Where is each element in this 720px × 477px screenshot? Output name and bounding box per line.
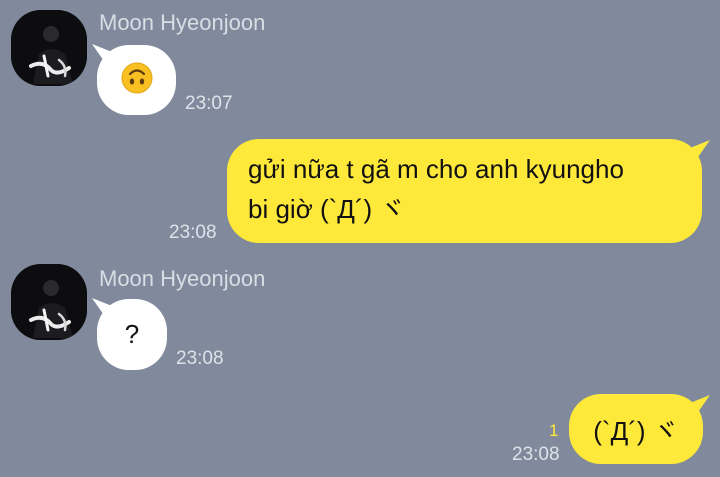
message-bubble-incoming[interactable] — [97, 45, 176, 115]
message-text: ? — [124, 319, 140, 349]
message-time: 23:07 — [185, 93, 233, 114]
bubble-tail — [690, 395, 710, 415]
message-bubble-outgoing[interactable]: gửi nữa t gã m cho anh kyungho bi giờ (`… — [227, 139, 702, 243]
sender-name: Moon Hyeonjoon — [99, 266, 266, 291]
bubble-tail — [690, 140, 710, 160]
message-time: 23:08 — [169, 222, 217, 243]
upside-down-face-icon — [121, 62, 153, 99]
message-bubble-incoming[interactable]: ? — [97, 299, 167, 370]
message-text: gửi nữa t gã m cho anh kyungho bi giờ (`… — [248, 154, 624, 224]
sender-name: Moon Hyeonjoon — [99, 10, 266, 35]
message-text: (`Д´) ヾ — [593, 415, 679, 446]
message-time: 23:08 — [176, 348, 224, 369]
avatar[interactable] — [11, 264, 87, 340]
message-bubble-outgoing[interactable]: (`Д´) ヾ — [569, 394, 703, 464]
avatar[interactable] — [11, 10, 87, 86]
unread-count: 1 — [549, 421, 559, 440]
message-time: 23:08 — [512, 444, 560, 465]
